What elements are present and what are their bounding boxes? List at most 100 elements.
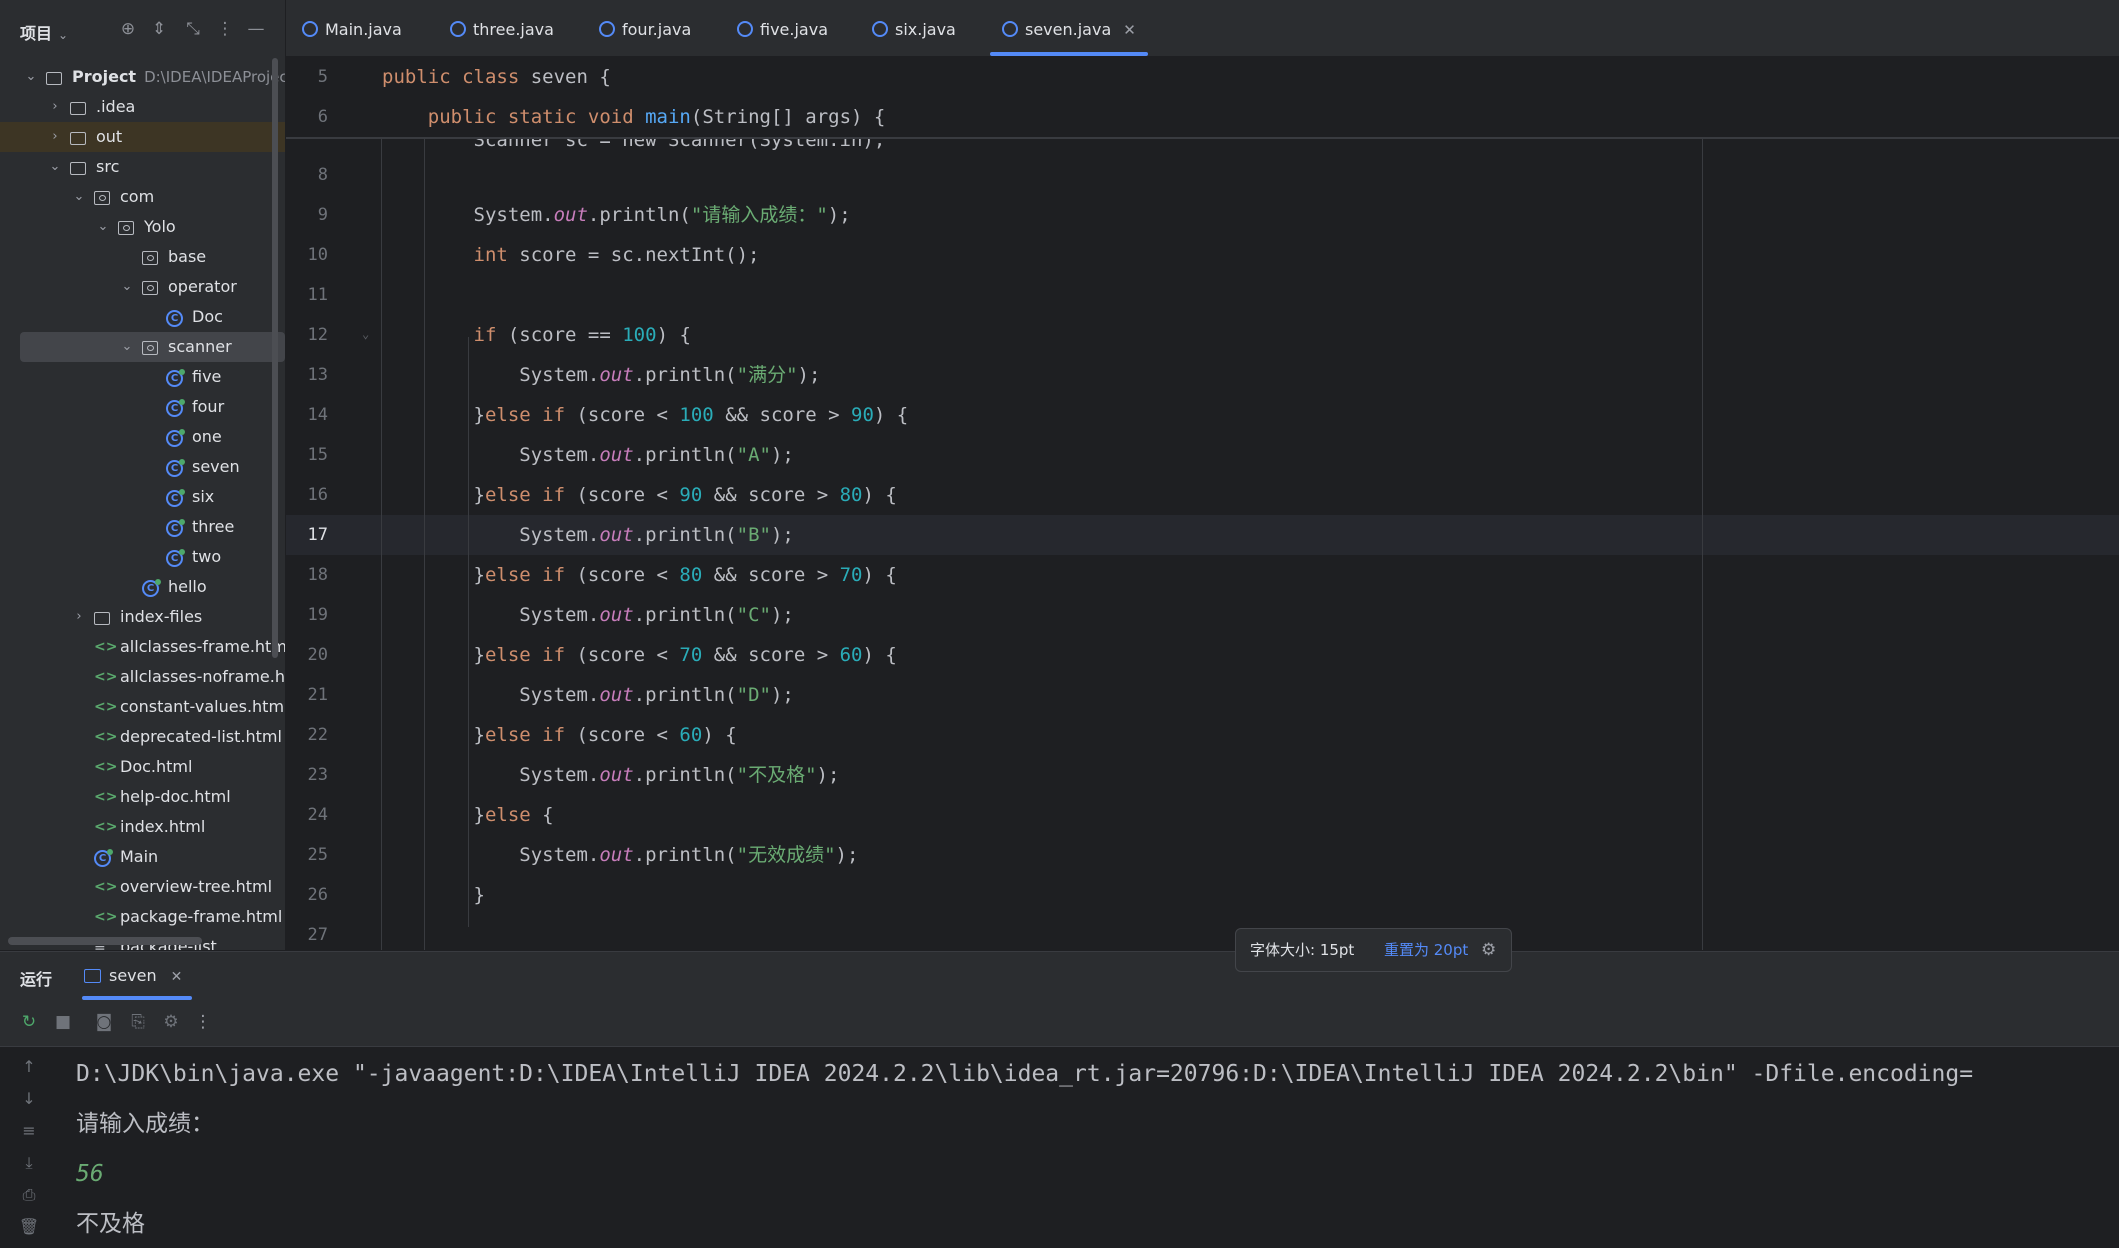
code-line[interactable]: 26 } [286,875,2119,915]
code-line[interactable]: 9 System.out.println("请输入成绩："); [286,195,2119,235]
sticky-scroll-header[interactable]: 5 public class seven {6 public static voi… [286,57,2119,139]
tree-item-index-files[interactable]: › index-files [0,602,285,632]
tree-item-six[interactable]: Csix [0,482,285,512]
tree-item-scanner[interactable]: ⌄ scanner [20,332,285,362]
chevron-down-icon[interactable]: ⌄ [120,272,134,302]
rerun-icon[interactable]: ↻ [18,1011,40,1033]
code-line[interactable]: 14 }else if (score < 100 && score > 90) … [286,395,2119,435]
tree-item-base[interactable]: base [0,242,285,272]
project-tree-horizontal-scrollbar[interactable] [8,937,202,945]
more-options-icon[interactable]: ⋮ [214,18,236,40]
tree-item-operator[interactable]: ⌄ operator [0,272,285,302]
stop-icon[interactable]: ■ [52,1011,74,1033]
code-token: System. [382,444,600,466]
print-icon[interactable]: ⎙ [18,1185,40,1205]
code-line[interactable]: 11 [286,275,2119,315]
code-line[interactable]: 17 System.out.println("B"); [286,515,2119,555]
code-line[interactable]: 27 [286,915,2119,950]
package-icon [142,281,158,295]
close-icon[interactable]: ✕ [171,969,183,985]
tree-item-index-html[interactable]: <> index.html [0,812,285,842]
code-line[interactable]: 18 }else if (score < 80 && score > 70) { [286,555,2119,595]
tab-six-java[interactable]: six.java [872,0,956,56]
chevron-down-icon[interactable]: ⌄ [72,182,86,212]
chevron-right-icon[interactable]: › [48,92,62,122]
tree-item-doc-html[interactable]: <> Doc.html [0,752,285,782]
run-tab-seven[interactable]: seven ✕ [81,952,193,1000]
reset-font-size-link[interactable]: 重置为 20pt [1384,929,1468,971]
code-line[interactable]: 23 System.out.println("不及格"); [286,755,2119,795]
code-line[interactable]: 20 }else if (score < 70 && score > 60) { [286,635,2119,675]
code-line[interactable]: 13 System.out.println("满分"); [286,355,2119,395]
tree-item-hello[interactable]: Chello [0,572,285,602]
tree-item-src[interactable]: ⌄ src [0,152,285,182]
scroll-up-icon[interactable]: ↑ [18,1057,40,1076]
sticky-code-line[interactable]: 6 public static void main(String[] args)… [286,97,2119,137]
chevron-down-icon[interactable]: ⌄ [96,212,110,242]
tree-item-yolo[interactable]: ⌄ Yolo [0,212,285,242]
tab-seven-java[interactable]: seven.java ✕ [990,0,1148,56]
gear-icon[interactable]: ⚙ [1481,929,1496,971]
chevron-down-icon[interactable]: ⌄ [48,152,62,182]
tree-item--idea[interactable]: › .idea [0,92,285,122]
tree-item-main[interactable]: C Main [0,842,285,872]
expand-all-icon[interactable]: ⇕ [148,18,170,40]
chevron-right-icon[interactable]: › [48,122,62,152]
restore-layout-icon[interactable]: ⎘ [127,1011,149,1033]
tab-four-java[interactable]: four.java [599,0,691,56]
console-output[interactable]: D:\JDK\bin\java.exe "-javaagent:D:\IDEA\… [76,1047,2116,1248]
tab-three-java[interactable]: three.java [450,0,554,56]
tree-item-seven[interactable]: Cseven [0,452,285,482]
code-line[interactable]: 12 if (score == 100) { [286,315,2119,355]
more-options-icon[interactable]: ⋮ [192,1011,214,1033]
tree-item-doc[interactable]: C Doc [0,302,285,332]
code-token: System. [382,684,600,706]
chevron-down-icon[interactable]: ⌄ [120,332,134,362]
tree-item-one[interactable]: Cone [0,422,285,452]
code-editor[interactable]: 5 public class seven {6 public static voi… [286,57,2119,950]
tree-item-overview-tree-html[interactable]: <> overview-tree.html [0,872,285,902]
tree-item-out[interactable]: › out [0,122,285,152]
camera-snapshot-icon[interactable]: ◙ [93,1011,115,1033]
tree-item-allclasses-frame-html[interactable]: <> allclasses-frame.html [0,632,285,662]
tree-item-allclasses-noframe-htm[interactable]: <>allclasses-noframe.htm [0,662,285,692]
tree-item-three[interactable]: Cthree [0,512,285,542]
tree-item-package-frame-html[interactable]: <> package-frame.html [0,902,285,932]
sticky-code-line[interactable]: 5 public class seven { [286,57,2119,97]
tree-item-four[interactable]: Cfour [0,392,285,422]
code-line[interactable]: 15 System.out.println("A"); [286,435,2119,475]
clear-trash-icon[interactable]: 🗑 [18,1217,40,1236]
hide-panel-icon[interactable]: — [245,18,267,40]
chevron-right-icon[interactable]: › [72,602,86,632]
code-line[interactable]: 16 }else if (score < 90 && score > 80) { [286,475,2119,515]
tree-item-project[interactable]: ⌄ Project D:\IDEA\IDEAProject\ [0,62,285,92]
scroll-to-end-icon[interactable]: ⤓ [18,1153,40,1173]
tab-main-java[interactable]: Main.java [302,0,402,56]
tree-item-deprecated-list-html[interactable]: <> deprecated-list.html [0,722,285,752]
code-token: "D" [736,684,771,706]
code-line[interactable]: 10 int score = sc.nextInt(); [286,235,2119,275]
locate-file-icon[interactable]: ⊕ [117,18,139,40]
scroll-down-icon[interactable]: ↓ [18,1089,40,1108]
code-line[interactable]: 21 System.out.println("D"); [286,675,2119,715]
tree-item-help-doc-html[interactable]: <> help-doc.html [0,782,285,812]
code-line[interactable]: 24 }else { [286,795,2119,835]
collapse-all-icon[interactable]: ⤡ [182,18,204,40]
tree-item-constant-values-html[interactable]: <> constant-values.html [0,692,285,722]
soft-wrap-icon[interactable]: ≡ [18,1121,40,1140]
project-tree-scrollbar[interactable] [272,58,278,658]
tree-item-two[interactable]: Ctwo [0,542,285,572]
code-token: .println( [633,604,737,626]
tree-item-com[interactable]: ⌄ com [0,182,285,212]
code-line[interactable]: 8 [286,155,2119,195]
tree-item-five[interactable]: Cfive [0,362,285,392]
code-line[interactable]: 25 System.out.println("无效成绩"); [286,835,2119,875]
settings-icon[interactable]: ⚙ [160,1011,182,1033]
project-view-selector[interactable]: 项目 ⌄ [20,20,68,44]
fold-chevron-icon[interactable]: ⌄ [362,327,369,341]
chevron-down-icon[interactable]: ⌄ [24,62,38,92]
code-line[interactable]: 22 }else if (score < 60) { [286,715,2119,755]
code-line[interactable]: 19 System.out.println("C"); [286,595,2119,635]
close-tab-icon[interactable]: ✕ [1123,21,1136,39]
tab-five-java[interactable]: five.java [737,0,828,56]
